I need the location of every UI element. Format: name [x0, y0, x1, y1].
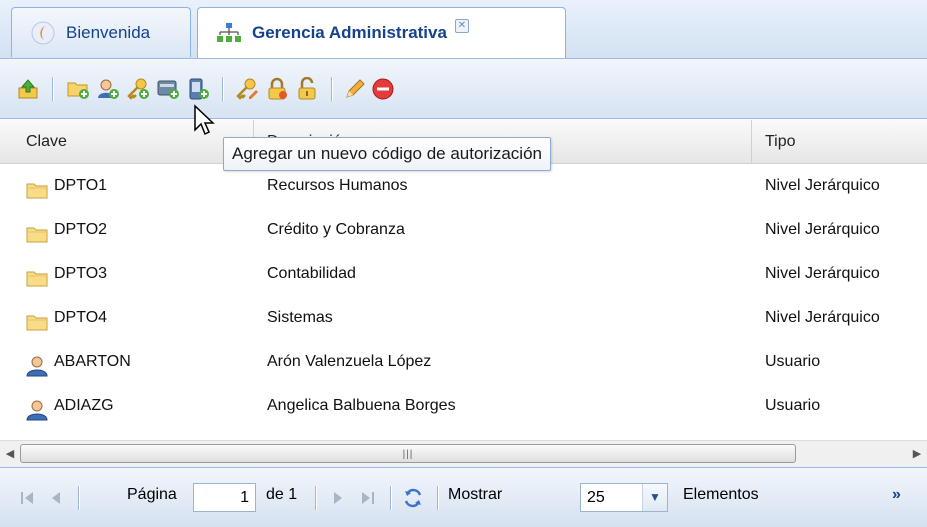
column-header-clave[interactable]: Clave [26, 120, 67, 164]
first-page-button[interactable] [16, 487, 38, 509]
toolbar [0, 59, 927, 119]
last-page-button[interactable] [357, 487, 379, 509]
upload-button[interactable] [14, 75, 42, 103]
prev-page-icon [52, 492, 60, 504]
grip-icon: ||| [402, 449, 414, 460]
upload-icon [18, 79, 38, 99]
add-user-icon [98, 79, 119, 99]
refresh-button[interactable] [402, 487, 424, 509]
paging-toolbar: Página 1 de 1 Mostrar 25 ▼ Elementos » [0, 467, 927, 527]
add-folder-icon [67, 82, 89, 99]
tab-label: Gerencia Administrativa [252, 23, 447, 42]
unlock-icon [298, 77, 316, 100]
row-key: DPTO1 [54, 177, 108, 194]
add-key-button[interactable] [124, 75, 152, 103]
delete-button[interactable] [369, 75, 397, 103]
tab-bienvenida[interactable]: Bienvenida [11, 7, 191, 57]
page-number-input[interactable]: 1 [193, 483, 256, 512]
scroll-left-icon[interactable]: ◀ [4, 447, 16, 461]
next-page-button[interactable] [327, 487, 349, 509]
page-size-value: 25 [587, 489, 605, 506]
next-page-icon [334, 492, 342, 504]
row-type: Usuario [765, 353, 821, 370]
toolbar-separator [222, 77, 223, 101]
key-edit-button[interactable] [233, 75, 261, 103]
table-row[interactable]: DPTO2 Crédito y Cobranza Nivel Jerárquic… [0, 208, 927, 252]
row-description: Arón Valenzuela López [267, 353, 432, 370]
org-chart-icon [216, 20, 242, 46]
table-row[interactable]: DPTO4 Sistemas Nivel Jerárquico [0, 296, 927, 340]
add-key-icon [127, 78, 149, 100]
column-resizer[interactable] [751, 120, 752, 164]
table-row[interactable]: ABARTON Arón Valenzuela López Usuario [0, 340, 927, 384]
folder-icon [26, 219, 48, 243]
page-label: Página [127, 486, 177, 503]
row-key: DPTO3 [54, 265, 108, 282]
unlock-button[interactable] [293, 75, 321, 103]
row-key: DPTO2 [54, 221, 108, 238]
pager-separator [390, 486, 391, 510]
chevron-down-icon[interactable]: ▼ [642, 484, 667, 511]
user-icon [26, 351, 48, 377]
row-description: Angelica Balbuena Borges [267, 397, 456, 414]
row-type: Nivel Jerárquico [765, 177, 880, 194]
close-icon[interactable]: ✕ [454, 19, 469, 33]
pencil-icon [346, 79, 365, 98]
folder-icon [26, 175, 48, 199]
mouse-cursor-icon [194, 104, 215, 136]
device-button[interactable] [184, 75, 212, 103]
folder-icon [26, 263, 48, 287]
card-button[interactable] [154, 75, 182, 103]
device-icon [189, 78, 209, 100]
last-page-icon [362, 492, 374, 504]
row-key: DPTO4 [54, 309, 108, 326]
row-type: Nivel Jerárquico [765, 309, 880, 326]
toolbar-separator [52, 77, 53, 101]
first-page-icon [21, 492, 33, 504]
add-user-button[interactable] [94, 75, 122, 103]
row-type: Nivel Jerárquico [765, 265, 880, 282]
lock-icon [268, 77, 287, 100]
tab-label: Bienvenida [66, 22, 151, 42]
row-description: Crédito y Cobranza [267, 221, 405, 238]
row-description: Sistemas [267, 309, 333, 326]
page-size-label: Mostrar [448, 486, 503, 503]
items-label: Elementos [683, 486, 759, 503]
more-items-icon[interactable]: » [892, 486, 901, 504]
edit-button[interactable] [341, 75, 369, 103]
lock-button[interactable] [263, 75, 291, 103]
tooltip: Agregar un nuevo código de autorización [223, 137, 551, 171]
scroll-thumb[interactable]: ||| [20, 444, 796, 463]
scroll-right-icon[interactable]: ▶ [911, 447, 923, 461]
table-row[interactable]: DPTO3 Contabilidad Nivel Jerárquico [0, 252, 927, 296]
user-icon [26, 395, 48, 421]
horizontal-scrollbar[interactable]: ◀ ||| ▶ [0, 440, 927, 467]
row-type: Usuario [765, 397, 821, 414]
pager-separator [78, 486, 79, 510]
pager-separator [437, 486, 438, 510]
pager-separator [315, 486, 316, 510]
add-folder-button[interactable] [64, 75, 92, 103]
page-count-label: de 1 [266, 486, 298, 503]
card-icon [157, 80, 179, 99]
welcome-icon [30, 20, 56, 46]
row-description: Contabilidad [267, 265, 356, 282]
page-size-select[interactable]: 25 ▼ [580, 483, 668, 512]
refresh-icon [404, 488, 422, 508]
row-key: ABARTON [54, 353, 131, 370]
folder-icon [26, 307, 48, 331]
tab-strip: Bienvenida Gerencia Administrativa ✕ [0, 0, 927, 59]
delete-icon [372, 78, 394, 100]
row-type: Nivel Jerárquico [765, 221, 880, 238]
table-row[interactable]: ADIAZG Angelica Balbuena Borges Usuario [0, 384, 927, 428]
prev-page-button[interactable] [45, 487, 67, 509]
key-edit-icon [236, 78, 258, 100]
tab-gerencia-administrativa[interactable]: Gerencia Administrativa ✕ [197, 7, 566, 58]
column-header-tipo[interactable]: Tipo [765, 120, 796, 164]
toolbar-separator [331, 77, 332, 101]
row-key: ADIAZG [54, 397, 114, 414]
